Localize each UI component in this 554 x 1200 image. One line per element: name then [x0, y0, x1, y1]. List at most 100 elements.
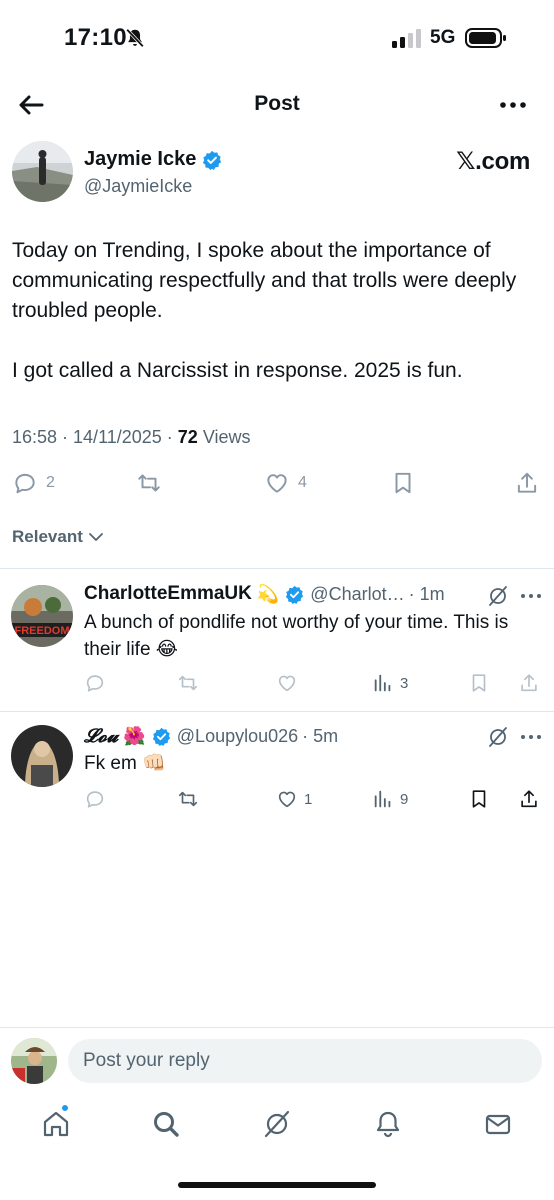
name-emoji: 🌺	[123, 725, 146, 746]
bottom-tab-bar	[0, 1100, 554, 1160]
home-indicator	[178, 1182, 376, 1188]
views-count: 9	[400, 790, 409, 808]
like-count: 1	[304, 790, 313, 808]
repost-button[interactable]	[136, 470, 162, 496]
share-icon	[521, 674, 537, 692]
reply-text: Fk em 👊🏻	[84, 753, 166, 774]
bookmark-icon	[395, 472, 411, 494]
reply-header: CharlotteEmmaUK 💫 @Charlot… · 1m	[84, 583, 445, 605]
repost-icon	[178, 675, 198, 691]
bookmark-button[interactable]	[468, 672, 490, 694]
views-count: 72	[177, 427, 198, 447]
top-nav: Post	[0, 80, 554, 130]
views-button[interactable]: 9	[372, 788, 408, 810]
like-count: 4	[298, 474, 307, 491]
grok-icon[interactable]	[486, 725, 510, 749]
reply-count: 2	[46, 474, 55, 491]
notifications-icon[interactable]	[372, 1108, 404, 1140]
share-icon	[517, 472, 537, 493]
verified-icon	[152, 727, 170, 746]
author-handle[interactable]: @JaymieIcke	[84, 176, 192, 197]
post-actions: 2 4	[12, 470, 542, 498]
repost-icon	[138, 474, 160, 492]
reply-icon	[15, 473, 35, 494]
reply-author-name[interactable]: CharlotteEmmaUK	[84, 583, 252, 605]
views-label: Views	[197, 427, 251, 447]
share-icon	[521, 790, 537, 808]
battery-icon	[465, 28, 506, 48]
repost-button[interactable]	[177, 672, 199, 694]
page-title: Post	[254, 92, 300, 115]
like-icon	[267, 474, 287, 493]
reply-composer	[0, 1027, 554, 1099]
sort-label: Relevant	[12, 527, 83, 546]
reply-icon	[86, 675, 104, 692]
like-button[interactable]	[276, 672, 298, 694]
post-paragraph: I got called a Narcissist in response. 2…	[12, 359, 463, 382]
reply-author-name[interactable]: 𝓛𝓸𝓾	[84, 725, 118, 747]
views-icon	[374, 790, 391, 808]
watermark: 𝕏.com	[456, 148, 530, 175]
notification-dot	[61, 1104, 69, 1112]
author-name[interactable]: Jaymie Icke	[84, 148, 196, 171]
bell-muted-icon	[126, 28, 144, 48]
reply-item[interactable]: 𝓛𝓸𝓾 🌺 @Loupylou026 · 5m Fk em 👊🏻 1 9	[0, 712, 554, 822]
share-button[interactable]	[518, 672, 540, 694]
repost-button[interactable]	[177, 788, 199, 810]
name-emoji: 💫	[256, 583, 280, 604]
more-icon[interactable]	[520, 586, 542, 606]
share-button[interactable]	[518, 788, 540, 810]
more-icon[interactable]	[498, 92, 528, 118]
post-author: Jaymie Icke @JaymieIcke 𝕏.com	[12, 141, 542, 205]
status-time: 17:10	[64, 24, 127, 51]
bookmark-icon	[472, 790, 486, 808]
reply-button[interactable]	[84, 672, 106, 694]
more-icon[interactable]	[520, 727, 542, 747]
reply-button[interactable]	[84, 788, 106, 810]
reply-time: · 1m	[408, 583, 445, 604]
views-icon	[374, 674, 391, 692]
messages-icon[interactable]	[482, 1108, 514, 1140]
avatar[interactable]	[11, 1038, 57, 1084]
reply-author-handle[interactable]: @Charlot…	[310, 584, 404, 605]
post-paragraph: Today on Trending, I spoke about the imp…	[12, 239, 517, 322]
grok-icon[interactable]	[486, 584, 510, 608]
bookmark-icon	[472, 674, 486, 692]
author-name-row[interactable]: Jaymie Icke	[84, 148, 222, 171]
network-label: 5G	[430, 27, 456, 48]
like-icon	[278, 675, 296, 692]
search-icon[interactable]	[150, 1108, 182, 1140]
verified-icon	[203, 150, 222, 170]
reply-time: · 5m	[302, 725, 339, 746]
reply-header: 𝓛𝓸𝓾 🌺 @Loupylou026 · 5m	[84, 725, 338, 747]
like-button[interactable]: 4	[264, 470, 307, 496]
sort-dropdown[interactable]: Relevant	[12, 527, 105, 547]
reply-item[interactable]: FREEDOM CharlotteEmmaUK 💫 @Charlot… · 1m…	[0, 569, 554, 711]
views-count: 3	[400, 674, 409, 692]
bookmark-button[interactable]	[390, 470, 416, 496]
bookmark-button[interactable]	[468, 788, 490, 810]
avatar[interactable]: FREEDOM	[11, 585, 73, 647]
post-text: Today on Trending, I spoke about the imp…	[12, 236, 542, 416]
post-meta: 16:58 · 14/11/2025 · 72 Views	[12, 427, 251, 448]
reply-icon	[86, 791, 104, 808]
signal-icon	[392, 29, 421, 48]
reply-input[interactable]	[68, 1039, 542, 1083]
chevron-down-icon	[88, 533, 103, 541]
home-icon[interactable]	[40, 1108, 72, 1140]
like-button[interactable]: 1	[276, 788, 312, 810]
avatar[interactable]	[11, 725, 73, 787]
svg-text:FREEDOM: FREEDOM	[15, 625, 70, 637]
status-bar: 17:10 5G	[0, 0, 554, 75]
repost-icon	[178, 791, 198, 807]
avatar[interactable]	[12, 141, 73, 202]
share-button[interactable]	[514, 470, 540, 496]
like-icon	[278, 791, 296, 808]
reply-button[interactable]: 2	[12, 470, 55, 496]
post-timestamp[interactable]: 16:58 · 14/11/2025 ·	[12, 427, 178, 447]
verified-icon	[286, 585, 304, 604]
views-button[interactable]: 3	[372, 672, 408, 694]
reply-author-handle[interactable]: @Loupylou026	[177, 726, 298, 747]
grok-icon[interactable]	[261, 1108, 293, 1140]
reply-text: A bunch of pondlife not worthy of your t…	[84, 612, 509, 660]
